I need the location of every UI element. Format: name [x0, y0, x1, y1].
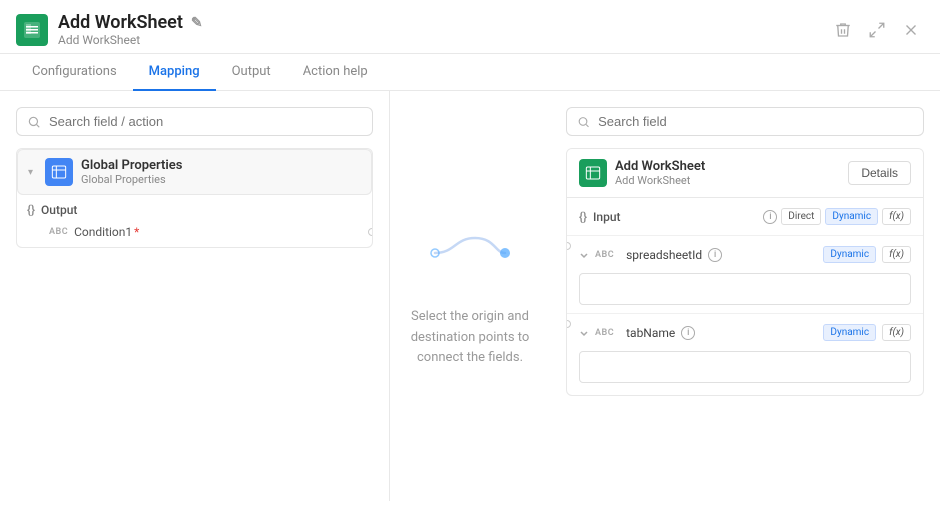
left-panel: ▾ Global Properties Global Properties {}	[0, 91, 390, 501]
tab-bar: Configurations Mapping Output Action hel…	[0, 54, 940, 91]
title-group: Add WorkSheet ✎ Add WorkSheet	[58, 12, 203, 47]
tabname-abc: ABC	[595, 328, 614, 338]
right-card-subtitle: Add WorkSheet	[615, 174, 705, 187]
tabname-expand-icon	[579, 328, 589, 338]
search-field-input[interactable]	[49, 114, 362, 129]
abc-icon: ABC	[49, 227, 68, 237]
group-info: Global Properties Global Properties	[81, 158, 182, 186]
header-actions	[830, 17, 924, 43]
right-search-icon	[577, 115, 590, 129]
spreadsheet-id-field: ABC spreadsheetId i Dynamic f(x)	[579, 242, 911, 267]
tab-action-help[interactable]: Action help	[287, 54, 384, 91]
spreadsheet-dynamic-badge[interactable]: Dynamic	[823, 246, 876, 263]
spreadsheet-id-label: spreadsheetId	[626, 248, 702, 262]
right-card-header: Add WorkSheet Add WorkSheet Details	[567, 149, 923, 198]
input-label-right: i Direct Dynamic f(x)	[763, 208, 911, 225]
input-section: {} Input i Direct Dynamic f(x)	[567, 198, 923, 395]
curly-icon: {}	[27, 203, 35, 217]
tabname-fx-badge[interactable]: f(x)	[882, 324, 911, 341]
spreadsheet-id-row: ABC spreadsheetId i Dynamic f(x)	[567, 240, 923, 269]
input-label-left: {} Input	[579, 210, 621, 224]
header: Add WorkSheet ✎ Add WorkSheet	[0, 0, 940, 54]
fx-badge[interactable]: f(x)	[882, 208, 911, 225]
right-card-title: Add WorkSheet	[615, 159, 705, 174]
input-label-text: Input	[593, 210, 621, 224]
spreadsheet-fx-badge[interactable]: f(x)	[882, 246, 911, 263]
header-left: Add WorkSheet ✎ Add WorkSheet	[16, 12, 203, 47]
spreadsheet-connector-dot	[566, 242, 571, 250]
group-subtitle: Global Properties	[81, 173, 182, 186]
spreadsheet-id-input[interactable]	[579, 273, 911, 305]
spreadsheet-abc: ABC	[595, 250, 614, 260]
tab-name-label: tabName	[626, 326, 675, 340]
tabname-connector-dot	[566, 320, 571, 328]
condition1-field[interactable]: ABC Condition1 *	[17, 221, 372, 243]
page-subtitle: Add WorkSheet	[58, 33, 203, 47]
right-card-info: Add WorkSheet Add WorkSheet	[579, 159, 705, 187]
tabname-info-icon[interactable]: i	[681, 326, 695, 340]
connector-graphic	[425, 223, 515, 291]
output-section: {} Output ABC Condition1 *	[17, 195, 372, 247]
spreadsheet-expand-icon	[579, 250, 589, 260]
tab-name-row: ABC tabName i Dynamic f(x)	[567, 318, 923, 347]
edit-icon[interactable]: ✎	[191, 15, 203, 31]
app-icon	[16, 14, 48, 46]
left-connector-dot	[368, 228, 373, 236]
right-card-icon	[579, 159, 607, 187]
right-panel: Add WorkSheet Add WorkSheet Details {} I…	[550, 91, 940, 501]
search-icon	[27, 115, 41, 129]
global-properties-group[interactable]: ▾ Global Properties Global Properties	[17, 149, 372, 195]
tab-configurations[interactable]: Configurations	[16, 54, 133, 91]
search-field-action[interactable]	[16, 107, 373, 136]
close-button[interactable]	[898, 17, 924, 43]
dynamic-badge[interactable]: Dynamic	[825, 208, 878, 225]
tab-mapping[interactable]: Mapping	[133, 54, 216, 91]
output-label: {} Output	[17, 199, 372, 221]
title-text: Add WorkSheet	[58, 12, 183, 33]
right-search-box[interactable]	[566, 107, 924, 136]
input-label-row: {} Input i Direct Dynamic f(x)	[567, 202, 923, 231]
details-button[interactable]: Details	[848, 161, 911, 185]
middle-panel: Select the origin and destination points…	[390, 91, 550, 501]
group-title: Global Properties	[81, 158, 182, 173]
input-info-icon[interactable]: i	[763, 210, 777, 224]
main-content: ▾ Global Properties Global Properties {}	[0, 91, 940, 501]
output-label-text: Output	[41, 203, 77, 217]
expand-button[interactable]	[864, 17, 890, 43]
tab-name-field: ABC tabName i Dynamic f(x)	[579, 320, 911, 345]
group-icon	[45, 158, 73, 186]
tabname-dynamic-badge[interactable]: Dynamic	[823, 324, 876, 341]
page-title: Add WorkSheet ✎	[58, 12, 203, 33]
field-name: Condition1	[74, 225, 132, 239]
right-card-title-group: Add WorkSheet Add WorkSheet	[615, 159, 705, 187]
right-card: Add WorkSheet Add WorkSheet Details {} I…	[566, 148, 924, 396]
tab-output[interactable]: Output	[216, 54, 287, 91]
connector-message: Select the origin and destination points…	[406, 307, 534, 369]
input-curly-icon: {}	[579, 210, 587, 224]
right-search-input[interactable]	[598, 114, 913, 129]
spreadsheet-info-icon[interactable]: i	[708, 248, 722, 262]
chevron-icon: ▾	[28, 167, 33, 178]
direct-badge[interactable]: Direct	[781, 208, 821, 225]
required-indicator: *	[134, 225, 139, 239]
delete-button[interactable]	[830, 17, 856, 43]
tab-name-input[interactable]	[579, 351, 911, 383]
